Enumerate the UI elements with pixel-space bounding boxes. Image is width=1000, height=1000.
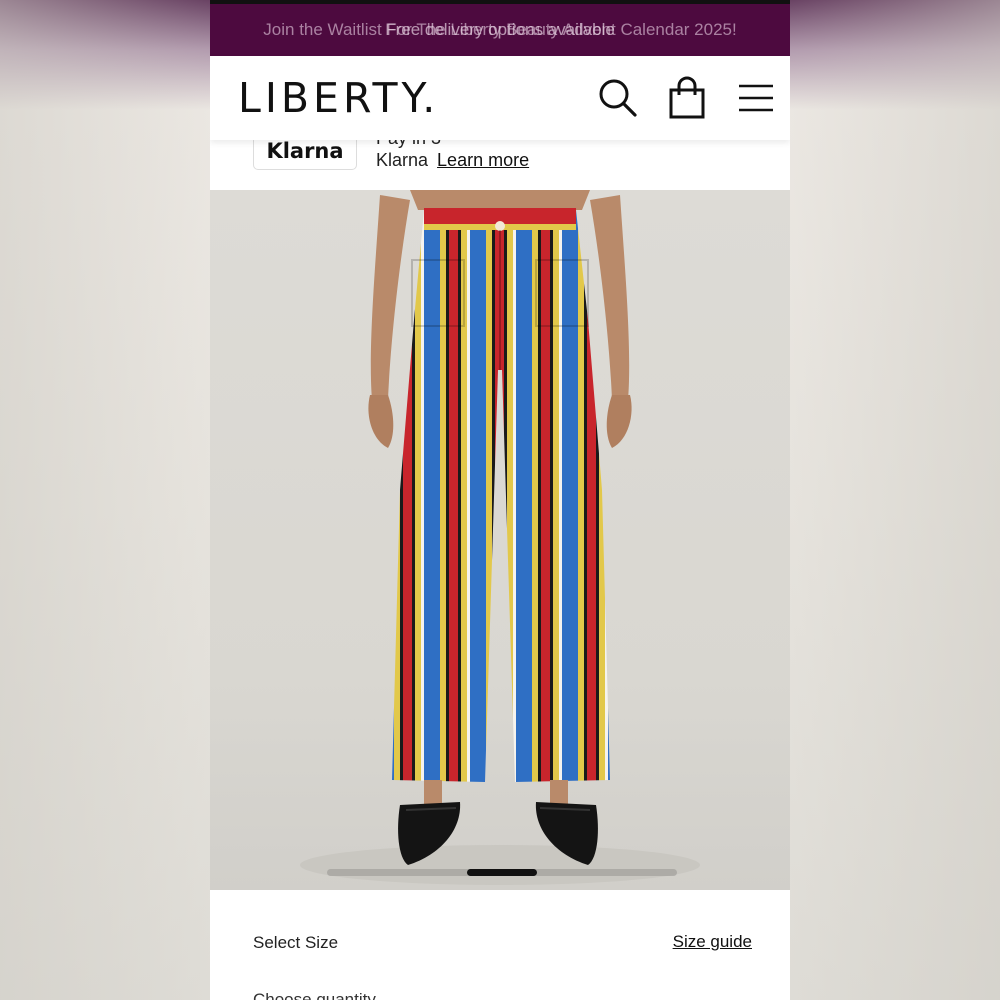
striped-trousers-photo: [300, 190, 700, 885]
search-button[interactable]: [596, 76, 640, 120]
menu-button[interactable]: [734, 76, 778, 120]
quantity-label: Choose quantity: [253, 990, 376, 1000]
promo-message-delivery[interactable]: Free delivery options available: [210, 20, 790, 40]
brand-logo[interactable]: LIBERTY.: [238, 74, 439, 122]
hamburger-menu-icon: [739, 84, 773, 112]
shopping-bag-icon: [669, 76, 705, 119]
size-selector-section: Select Size Size guide Choose quantity: [210, 890, 790, 1000]
background-blur-left: [0, 0, 210, 1000]
promo-banner[interactable]: Join the Waitlist For The Liberty Beauty…: [210, 4, 790, 56]
product-image[interactable]: [210, 190, 790, 890]
klarna-learn-more-link[interactable]: Learn more: [437, 150, 529, 170]
klarna-logo-text: Klarna: [266, 139, 344, 163]
site-header: LIBERTY.: [210, 56, 790, 140]
background-blur-right: [790, 0, 1000, 1000]
klarna-provider: Klarna: [376, 150, 429, 170]
image-carousel-scrollbar[interactable]: [327, 869, 677, 876]
size-guide-link[interactable]: Size guide: [673, 932, 752, 952]
shopping-bag-button[interactable]: [665, 76, 709, 120]
klarna-provider-line: Klarna Learn more: [376, 150, 529, 171]
mobile-viewport: Join the Waitlist For The Liberty Beauty…: [210, 0, 790, 1000]
klarna-payment-info: Klarna Pay in 3 Klarna Learn more: [210, 128, 790, 190]
image-carousel-scroll-thumb[interactable]: [467, 869, 537, 876]
select-size-label: Select Size: [253, 933, 339, 952]
search-icon: [599, 79, 637, 117]
